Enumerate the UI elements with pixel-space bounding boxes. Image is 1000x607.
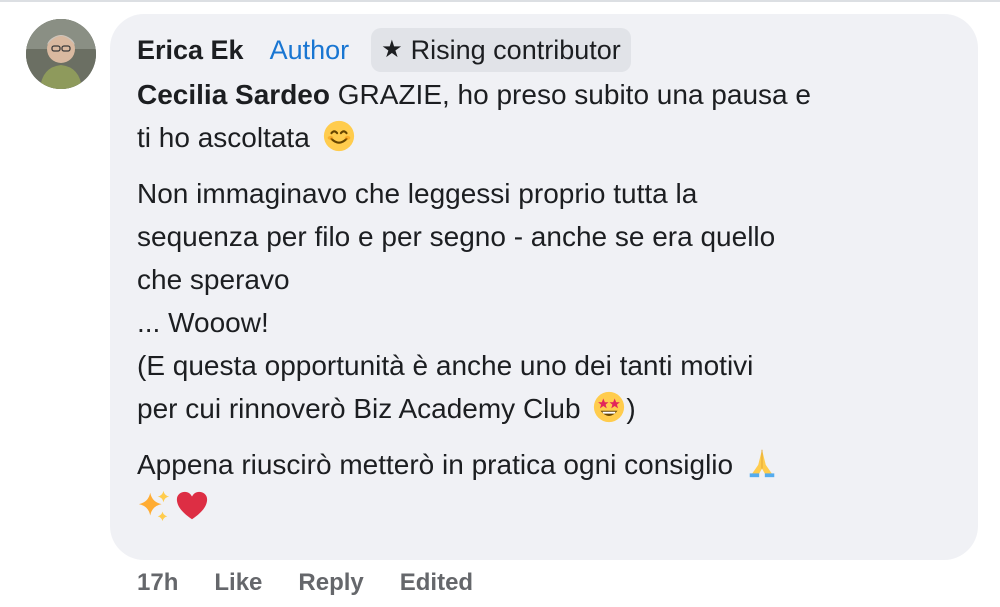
red-heart-emoji <box>176 491 208 520</box>
star-icon: ★ <box>381 36 403 63</box>
smiling-face-emoji <box>323 120 354 152</box>
text-line: che speravo <box>137 264 290 295</box>
divider <box>0 0 1000 2</box>
comment-paragraph-3: Appena riuscirò metterò in pratica ogni … <box>137 443 957 529</box>
text-line: Appena riuscirò metterò in pratica ogni … <box>137 449 734 480</box>
text-line: Non immaginavo che leggessi proprio tutt… <box>137 178 698 209</box>
comment-paragraph-2: Non immaginavo che leggessi proprio tutt… <box>137 172 957 430</box>
author-label: Author <box>269 34 350 65</box>
text-line: ... Wooow! <box>137 307 269 338</box>
comment-footer: 17h Like Reply Edited <box>137 563 509 603</box>
author-name[interactable]: Erica Ek <box>137 35 244 66</box>
reply-button[interactable]: Reply <box>298 569 363 597</box>
star-struck-emoji <box>594 391 625 423</box>
badge-label: Rising contributor <box>410 34 621 65</box>
text-line: ti ho ascoltata <box>137 122 310 153</box>
timestamp[interactable]: 17h <box>137 569 178 597</box>
text-line: ) <box>626 393 636 424</box>
sparkles-emoji <box>138 490 170 522</box>
text-line: (E questa opportunità è anche uno dei ta… <box>137 350 754 381</box>
text-line: per cui rinnoverò Biz Academy Club <box>137 393 581 424</box>
text-line: sequenza per filo e per segno - anche se… <box>137 221 776 252</box>
comment-text: Cecilia Sardeo GRAZIE, ho preso subito u… <box>137 73 957 529</box>
edited-label[interactable]: Edited <box>400 569 473 597</box>
comment-header: Erica Ek Author ★ Rising contributor <box>137 28 631 72</box>
mention-link[interactable]: Cecilia Sardeo <box>137 79 330 110</box>
folded-hands-emoji <box>749 449 775 478</box>
rising-contributor-badge[interactable]: ★ Rising contributor <box>371 28 631 72</box>
text-line: GRAZIE, ho preso subito una pausa e <box>329 79 811 110</box>
like-button[interactable]: Like <box>214 569 262 597</box>
comment-screen: Erica Ek Author ★ Rising contributor Cec… <box>0 0 1000 607</box>
comment-paragraph-1: Cecilia Sardeo GRAZIE, ho preso subito u… <box>137 73 957 159</box>
avatar[interactable] <box>26 19 96 89</box>
